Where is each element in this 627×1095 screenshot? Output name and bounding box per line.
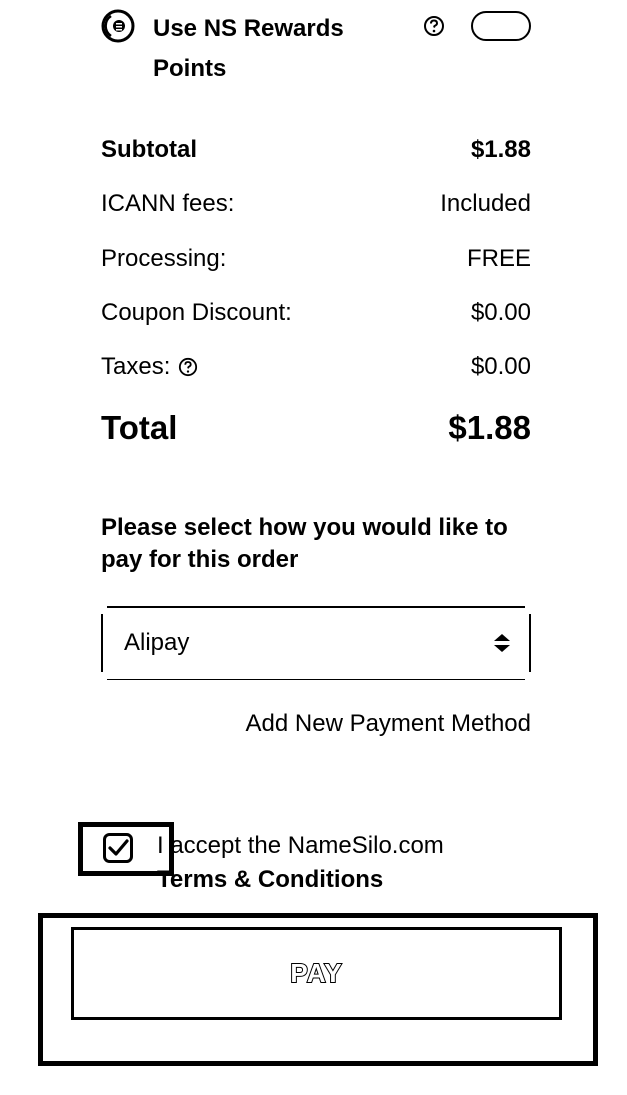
summary-value: FREE xyxy=(466,245,531,272)
checkbox-checked-icon[interactable] xyxy=(102,832,134,864)
payment-heading: Please select how you would like to pay … xyxy=(101,514,508,573)
terms-text: I accept the NameSilo.com Terms & Condit… xyxy=(157,829,444,897)
payment-method-value: Alipay xyxy=(124,629,190,656)
summary-label: Subtotal xyxy=(101,136,197,163)
summary-row-subtotal: Subtotal $1.88 xyxy=(101,133,531,167)
summary-value: $0.00 xyxy=(470,353,531,380)
rewards-toggle[interactable] xyxy=(471,11,531,41)
total-value: $1.88 xyxy=(448,409,531,446)
summary-label: Processing: xyxy=(101,245,227,272)
question-circle-icon[interactable] xyxy=(423,15,445,37)
summary-row-total: Total $1.88 xyxy=(101,406,531,450)
pay-button-label: PAY xyxy=(289,957,343,989)
summary-label: Taxes: xyxy=(101,353,171,380)
terms-link[interactable]: Terms & Conditions xyxy=(157,863,444,897)
summary-value: $1.88 xyxy=(470,136,531,163)
terms-accept-text: I accept the NameSilo.com xyxy=(157,832,444,859)
question-circle-icon[interactable] xyxy=(178,357,198,377)
summary-row-taxes: Taxes: $0.00 xyxy=(101,350,531,384)
rewards-label: Use NS Rewards Points xyxy=(153,15,344,82)
summary-value: Included xyxy=(440,190,531,217)
summary-label: ICANN fees: xyxy=(101,190,235,217)
coin-icon xyxy=(101,9,135,43)
summary-row-icann-fees: ICANN fees: Included xyxy=(101,187,531,221)
summary-label: Coupon Discount: xyxy=(101,299,292,326)
summary-row-coupon-discount: Coupon Discount: $0.00 xyxy=(101,296,531,330)
pay-button[interactable]: PAY xyxy=(71,927,562,1020)
summary-value: $0.00 xyxy=(470,299,531,326)
summary-row-processing: Processing: FREE xyxy=(101,242,531,276)
total-label: Total xyxy=(101,409,178,446)
add-payment-method-link[interactable]: Add New Payment Method xyxy=(246,706,531,742)
sort-arrows-icon xyxy=(494,634,510,652)
payment-method-select[interactable]: Alipay xyxy=(101,606,531,680)
